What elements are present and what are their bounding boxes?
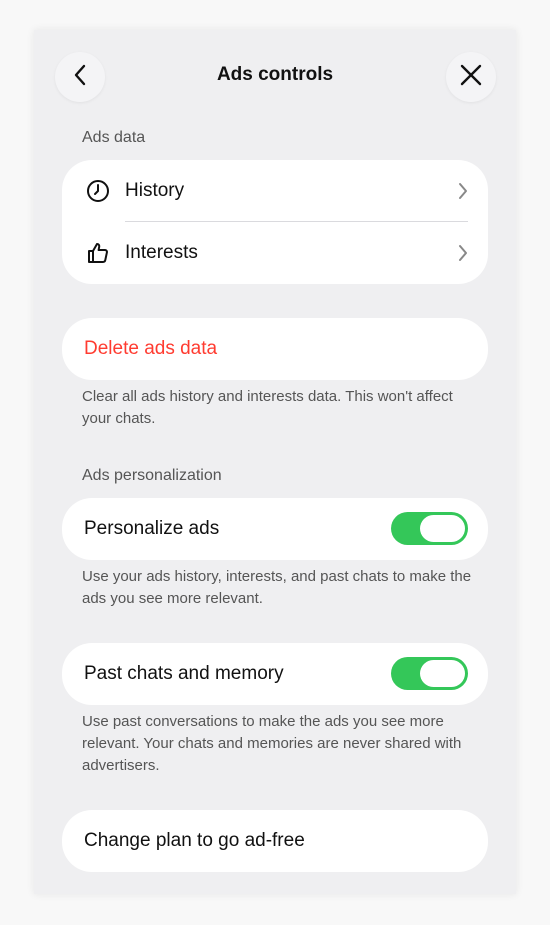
section-label-ads-data: Ads data xyxy=(82,129,146,146)
past-chats-memory-toggle[interactable] xyxy=(391,657,468,690)
close-button[interactable] xyxy=(446,52,496,102)
ads-controls-panel: Ads controls Ads data History Interests … xyxy=(34,30,516,894)
chevron-right-icon xyxy=(456,181,470,201)
delete-ads-data-button[interactable]: Delete ads data xyxy=(62,318,488,380)
delete-description: Clear all ads history and interests data… xyxy=(82,388,453,427)
history-label: History xyxy=(125,180,185,201)
history-row[interactable]: History xyxy=(62,160,488,222)
toggle-knob xyxy=(420,660,465,687)
header: Ads controls xyxy=(34,30,516,122)
clock-icon xyxy=(85,178,111,204)
personalize-ads-toggle[interactable] xyxy=(391,512,468,545)
personalize-ads-label: Personalize ads xyxy=(84,518,220,539)
past-chats-memory-description: Use past conversations to make the ads y… xyxy=(82,713,462,774)
change-plan-label: Change plan to go ad-free xyxy=(84,830,305,851)
change-plan-button[interactable]: Change plan to go ad-free xyxy=(62,810,488,872)
delete-ads-data-label: Delete ads data xyxy=(84,338,218,359)
past-chats-memory-label: Past chats and memory xyxy=(84,663,284,684)
toggle-knob xyxy=(420,515,465,542)
interests-row[interactable]: Interests xyxy=(62,222,488,284)
chevron-right-icon xyxy=(456,243,470,263)
interests-label: Interests xyxy=(125,242,198,263)
past-chats-memory-row: Past chats and memory xyxy=(62,643,488,705)
page-title: Ads controls xyxy=(216,64,334,85)
personalize-ads-row: Personalize ads xyxy=(62,498,488,560)
close-icon xyxy=(460,64,482,91)
thumbs-up-icon xyxy=(85,240,111,266)
personalize-ads-description: Use your ads history, interests, and pas… xyxy=(82,568,472,607)
section-label-ads-personalization: Ads personalization xyxy=(82,467,222,484)
ads-data-card: History Interests xyxy=(62,160,488,284)
